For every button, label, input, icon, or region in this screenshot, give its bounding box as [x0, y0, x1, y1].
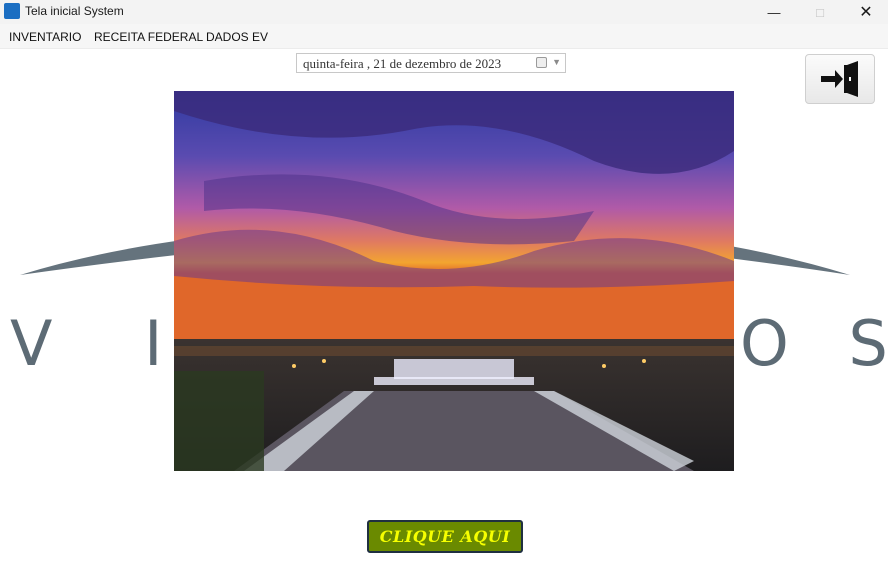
calendar-icon[interactable] [536, 57, 547, 68]
menu-inventario[interactable]: INVENTARIO [9, 30, 81, 44]
logo-text-left: V I [10, 307, 198, 380]
app-icon [4, 3, 20, 19]
exit-button[interactable] [805, 54, 875, 104]
logo-text-right: O S [740, 307, 888, 380]
menu-bar: INVENTARIO RECEITA FEDERAL DADOS EV [0, 24, 888, 49]
clique-aqui-label: CLIQUE AQUI [379, 527, 511, 546]
menu-receita-federal[interactable]: RECEITA FEDERAL [94, 30, 203, 44]
date-picker[interactable]: quinta-feira , 21 de dezembro de 2023 ▼ [296, 53, 566, 73]
title-bar: Tela inicial System — □ ✕ [0, 0, 888, 24]
close-button[interactable]: ✕ [844, 0, 888, 24]
airport-photo [174, 91, 734, 471]
exit-door-icon [821, 61, 858, 97]
clique-aqui-button[interactable]: CLIQUE AQUI [367, 520, 523, 553]
chevron-down-icon[interactable]: ▼ [552, 57, 561, 67]
menu-dados-ev[interactable]: DADOS EV [206, 30, 268, 44]
window-title: Tela inicial System [25, 4, 124, 18]
minimize-button[interactable]: — [752, 0, 796, 24]
maximize-button[interactable]: □ [798, 0, 842, 24]
date-value: quinta-feira , 21 de dezembro de 2023 [303, 56, 502, 71]
